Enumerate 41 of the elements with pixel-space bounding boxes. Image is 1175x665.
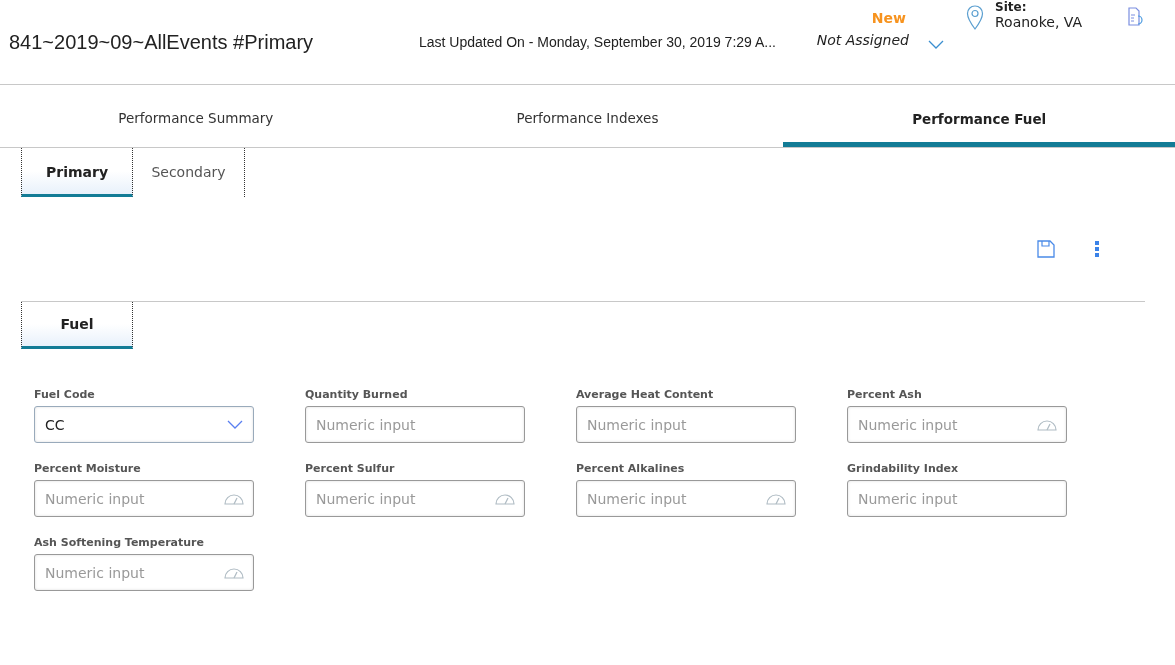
- chevron-down-icon: [227, 419, 243, 430]
- sub-tab[interactable]: Secondary: [133, 148, 245, 197]
- assignee-text: Not Assigned: [815, 32, 909, 48]
- field-label: Percent Moisture: [34, 462, 142, 477]
- numeric-input-field[interactable]: Numeric input: [34, 554, 254, 591]
- tab[interactable]: Performance Indexes: [391, 90, 784, 147]
- numeric-input-field[interactable]: Numeric input: [576, 406, 796, 443]
- gauge-icon: [224, 493, 244, 505]
- field-label: Average Heat Content: [576, 388, 715, 403]
- status-text: New: [870, 10, 907, 26]
- field-label: Percent Ash: [847, 388, 923, 403]
- gauge-icon: [224, 567, 244, 579]
- numeric-input-field[interactable]: Numeric input: [576, 480, 796, 517]
- field-label: Ash Softening Temperature: [34, 536, 205, 551]
- field-label: Percent Alkalines: [576, 462, 686, 477]
- location-pin-icon: [966, 5, 984, 31]
- sub-tab[interactable]: Primary: [21, 148, 133, 197]
- numeric-input-field[interactable]: Numeric input: [305, 480, 525, 517]
- tab[interactable]: Performance Fuel: [783, 90, 1175, 147]
- more-options-icon[interactable]: [1094, 240, 1100, 258]
- field-label: Quantity Burned: [305, 388, 409, 403]
- page-title: 841~2019~09~AllEvents #Primary: [9, 30, 315, 54]
- gauge-icon: [1037, 419, 1057, 431]
- last-updated-text: Last Updated On - Monday, September 30, 2019 7:29 A...: [419, 34, 777, 50]
- field-label: Percent Sulfur: [305, 462, 396, 477]
- dropdown-value: CC: [45, 416, 66, 433]
- chevron-down-icon[interactable]: [928, 40, 944, 50]
- save-icon[interactable]: [1037, 240, 1055, 258]
- field-label: Fuel Code: [34, 388, 96, 403]
- site-name: Roanoke, VA: [995, 14, 1084, 30]
- numeric-input-field[interactable]: Numeric input: [847, 406, 1067, 443]
- field-label: Grindability Index: [847, 462, 960, 477]
- tab[interactable]: Performance Summary: [0, 90, 392, 147]
- dropdown-field[interactable]: CC: [34, 406, 254, 443]
- numeric-input-field[interactable]: Numeric input: [305, 406, 525, 443]
- numeric-input-field[interactable]: Numeric input: [847, 480, 1067, 517]
- numeric-input-field[interactable]: Numeric input: [34, 480, 254, 517]
- section-tab[interactable]: Fuel: [21, 302, 133, 349]
- site-label: Site:: [995, 0, 1028, 14]
- gauge-icon: [495, 493, 515, 505]
- gauge-icon: [766, 493, 786, 505]
